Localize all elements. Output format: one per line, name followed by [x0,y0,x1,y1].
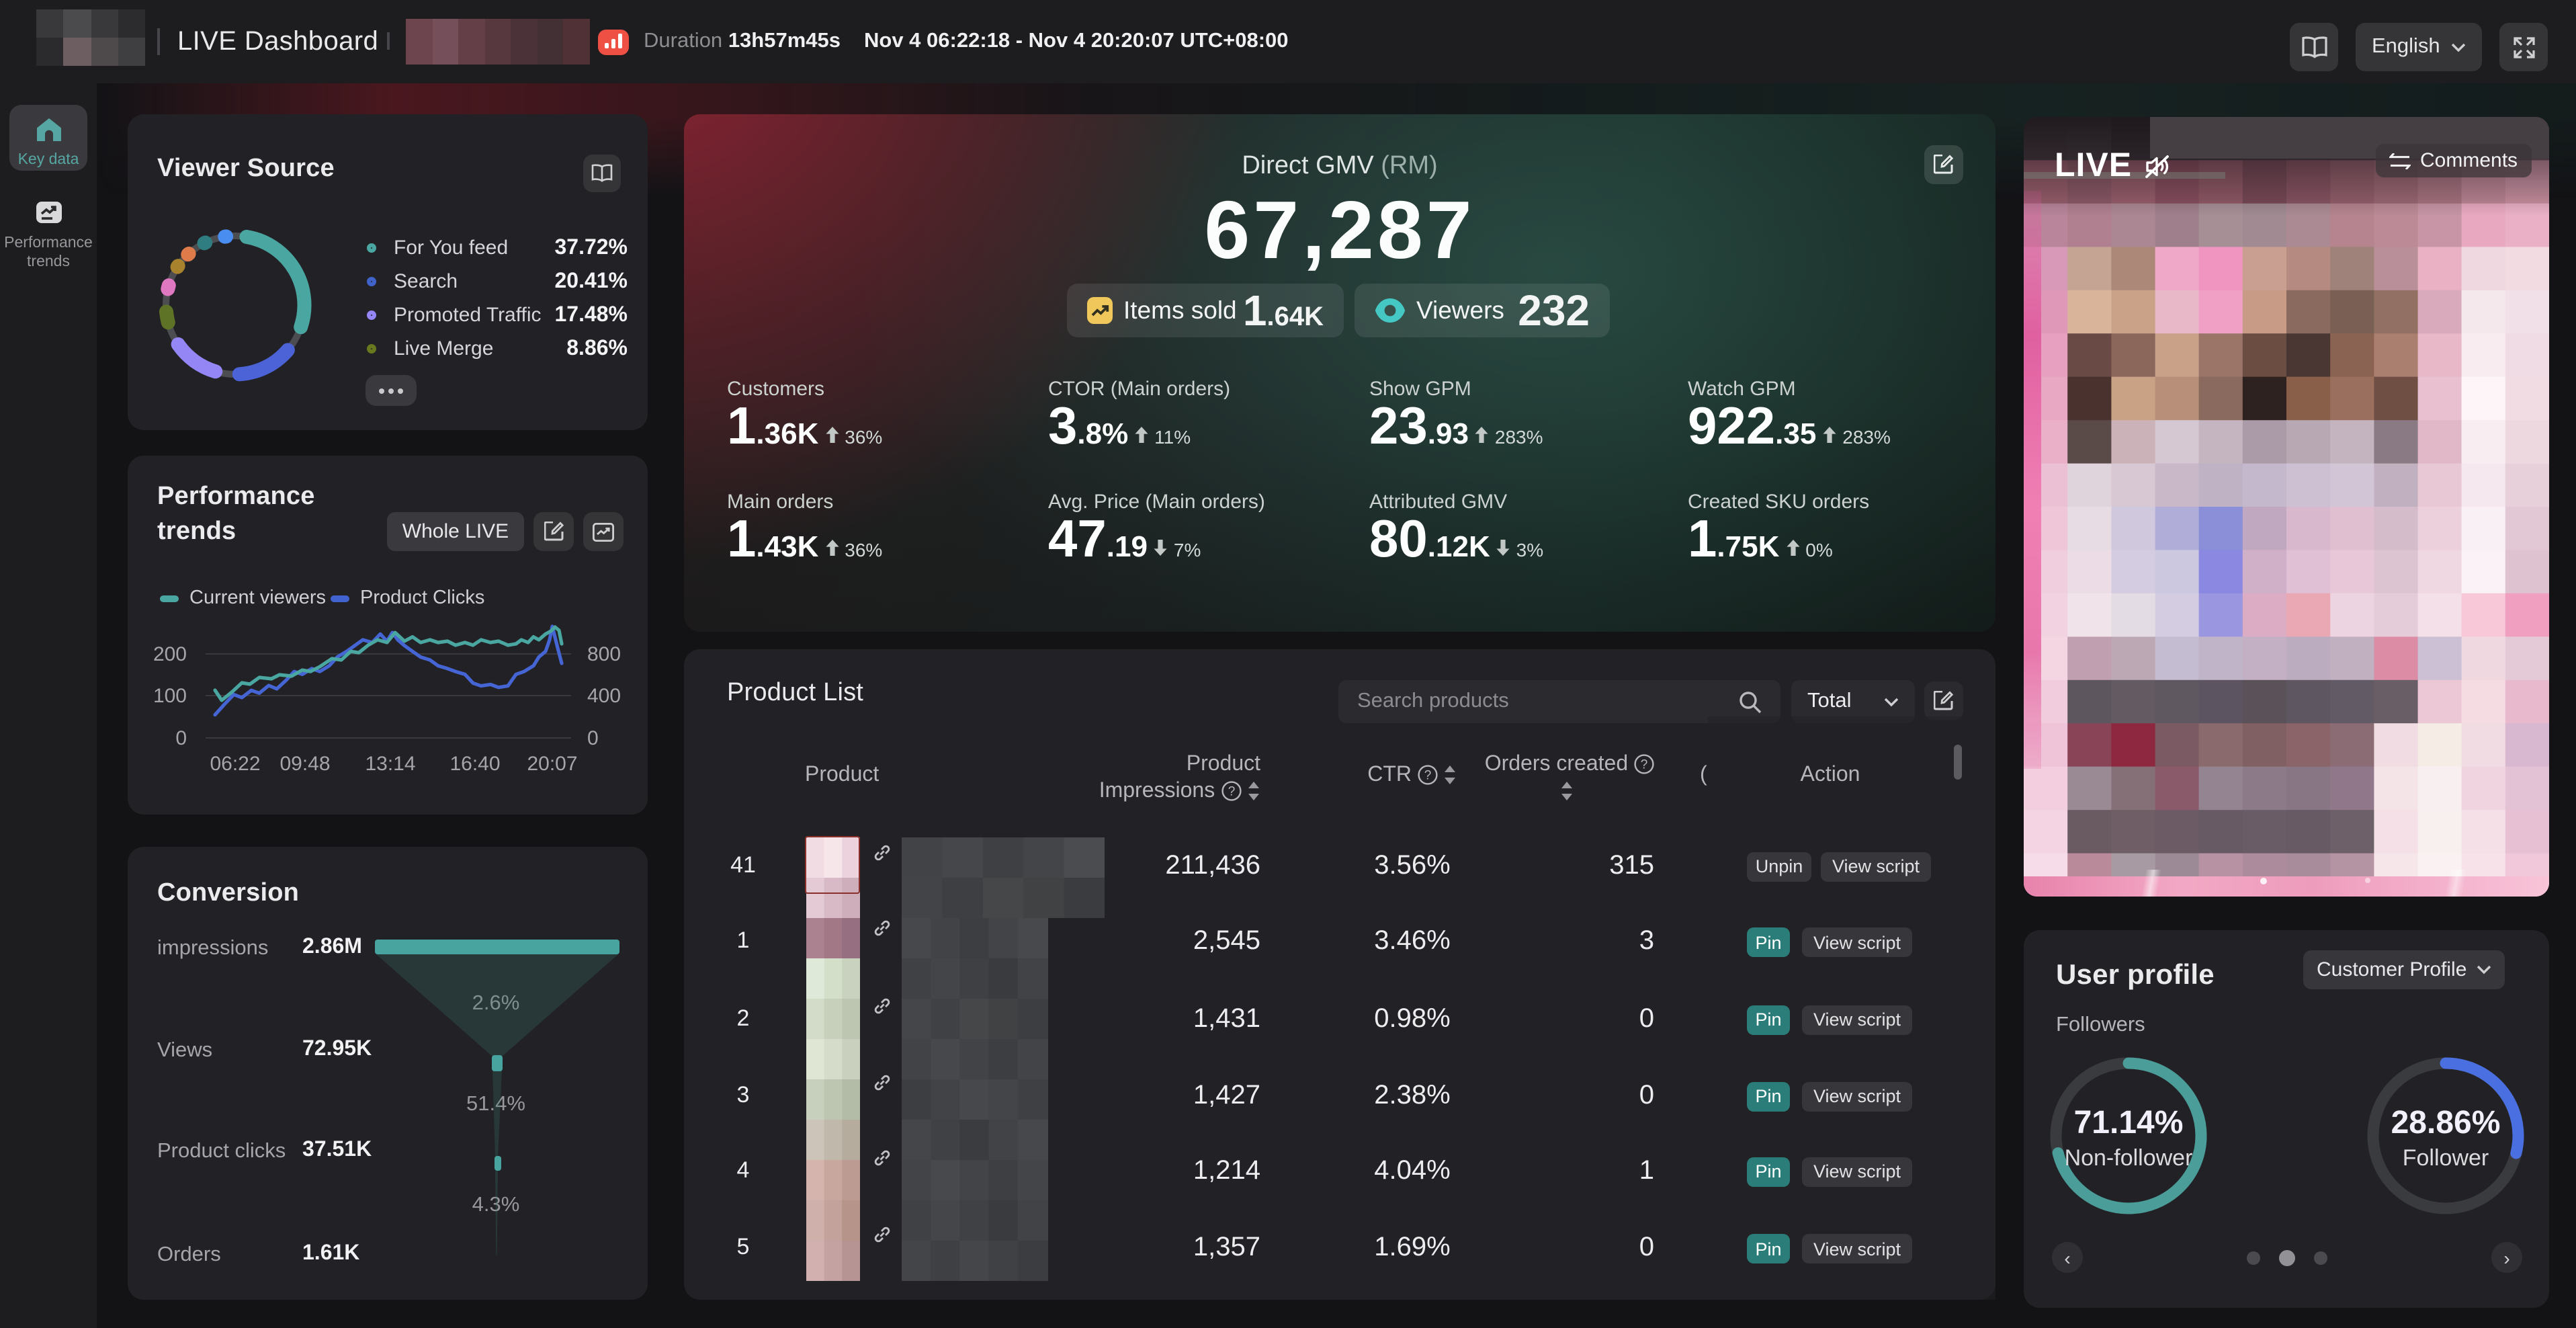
svg-text:400: 400 [587,685,621,707]
svg-text:20:07: 20:07 [527,753,577,775]
svg-text:16:40: 16:40 [449,753,500,775]
svg-text:13:14: 13:14 [365,753,415,775]
svg-text:09:48: 09:48 [280,753,330,775]
svg-text:0: 0 [175,727,187,749]
svg-text:200: 200 [153,643,187,665]
svg-text:?: ? [1228,785,1235,799]
svg-text:?: ? [1424,769,1432,783]
svg-text:800: 800 [587,643,621,665]
svg-text:?: ? [1641,758,1648,772]
svg-text:100: 100 [153,685,187,707]
svg-text:06:22: 06:22 [210,753,260,775]
svg-text:0: 0 [587,727,599,749]
